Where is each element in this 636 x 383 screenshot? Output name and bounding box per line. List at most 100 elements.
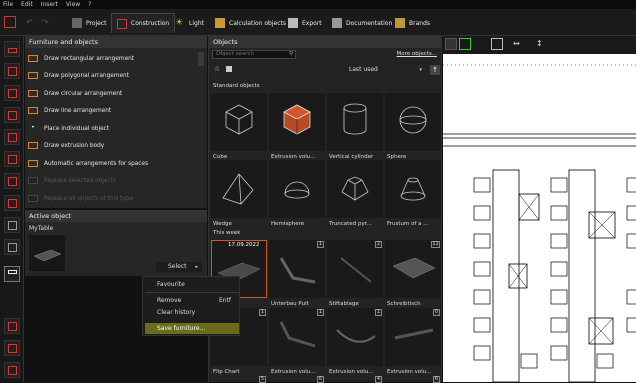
light-icon: ☀ <box>175 18 184 28</box>
menu-item-clear-history[interactable]: Clear history <box>145 307 239 318</box>
tab-light[interactable]: ☀ Light <box>170 13 209 33</box>
sort-direction-button[interactable]: ↑ <box>430 65 440 75</box>
object-hemisphere[interactable]: Hemisphere <box>269 160 325 227</box>
objects-panel-title: Objects <box>209 36 441 48</box>
sort-select[interactable]: Last used ▾ <box>339 65 425 75</box>
tab-documentation[interactable]: Documentation <box>327 13 397 33</box>
menu-item-save-furniture[interactable]: Save furniture... <box>145 323 239 334</box>
layer-icon[interactable] <box>445 38 457 50</box>
draw-polygonal-item[interactable]: Draw polygonal arrangement <box>28 68 198 83</box>
menu-insert[interactable]: Insert <box>41 1 58 8</box>
object-label: Truncated pyr... <box>329 221 372 227</box>
ceiling-tool-icon[interactable] <box>4 195 20 211</box>
object-extrusion-c[interactable]: 0 Extrusion volu... <box>385 308 441 375</box>
menu-item-remove[interactable]: Remove Entf <box>145 295 239 306</box>
furniture-tool-icon[interactable] <box>4 266 20 282</box>
automatic-arrangement-icon <box>28 160 38 167</box>
menu-file[interactable]: File <box>3 1 13 8</box>
menu-help[interactable]: ? <box>88 1 91 8</box>
stairs-tool-icon[interactable] <box>4 107 20 123</box>
snap-grid-icon[interactable] <box>459 38 471 50</box>
count-badge: 1 <box>375 309 382 316</box>
object-label: Wedge <box>213 221 232 227</box>
tab-brands[interactable]: Brands <box>390 13 435 33</box>
tab-export[interactable]: Export <box>283 13 327 33</box>
object-cube[interactable]: Cube <box>211 93 267 160</box>
tab-project[interactable]: Project <box>67 13 112 33</box>
undo-icon[interactable]: ↶ <box>26 19 38 27</box>
left-tool-strip <box>0 36 24 382</box>
object-label: Unterbau Pult <box>271 301 309 307</box>
table-thumbnail-icon <box>33 249 62 262</box>
curve-tool-icon[interactable] <box>4 318 20 334</box>
horizontal-measure-icon[interactable]: ↔ <box>513 39 520 48</box>
count-badge: 1 <box>317 309 324 316</box>
vertical-measure-icon[interactable]: ↕ <box>536 39 543 48</box>
object-truncated-pyramid[interactable]: Truncated pyr... <box>327 160 383 227</box>
object-search-input[interactable]: Object search ⚲ <box>212 50 296 59</box>
replace-selected-item: Replace selected objects <box>28 173 198 188</box>
cube-icon <box>225 104 253 135</box>
active-object-panel: Active object MyTable Select ▸ <box>25 210 207 276</box>
object-extrusion-a[interactable]: 1 Extrusion volu... <box>269 308 325 375</box>
dot-icon: • <box>31 125 35 131</box>
object-schreibtisch[interactable]: 12 Schreibtisch <box>385 240 441 307</box>
object-extrusion-b[interactable]: 1 Extrusion volu... <box>327 308 383 375</box>
menu-item-favourite[interactable]: Favourite <box>145 279 239 290</box>
window-tool-icon[interactable] <box>4 85 20 101</box>
draw-extrusion-item[interactable]: Draw extrusion body <box>28 138 198 153</box>
box-tool-icon[interactable] <box>4 217 20 233</box>
main-toolbar: ↶ ↷ Project Construction ☀ Light Calcula… <box>0 9 636 36</box>
object-sphere[interactable]: Sphere <box>385 93 441 160</box>
object-stiftablage[interactable]: 2 Stiftablage <box>327 240 383 307</box>
rectangular-arrangement-icon <box>28 55 38 62</box>
menu-item-label: Remove <box>157 297 182 304</box>
room-tool-icon[interactable] <box>4 151 20 167</box>
count-badge: 1 <box>317 241 324 248</box>
sphere-icon <box>399 106 427 134</box>
object-wedge[interactable]: Wedge <box>211 160 267 227</box>
menu-view[interactable]: View <box>66 1 80 8</box>
automatic-arrangements-item[interactable]: Automatic arrangements for spaces <box>28 156 198 171</box>
panel-scrollbar[interactable] <box>198 52 204 66</box>
wall-tool-icon[interactable] <box>4 41 20 57</box>
objects-panel: Objects Object search ⚲ More objects... … <box>208 36 442 383</box>
tab-construction[interactable]: Construction <box>111 13 176 33</box>
standard-objects-heading: Standard objects <box>213 83 260 89</box>
favourite-star-icon[interactable]: ☆ <box>214 65 220 73</box>
block-tool-icon[interactable] <box>4 239 20 255</box>
active-object-thumbnail[interactable] <box>29 235 65 271</box>
drawing-canvas[interactable]: ↔ ↕ <box>443 36 636 382</box>
object-frustum[interactable]: Frustum of a ... <box>385 160 441 227</box>
zoom-extent-icon[interactable] <box>491 38 503 50</box>
place-individual-item[interactable]: • Place individual object <box>28 121 198 136</box>
select-label: Select <box>168 263 187 270</box>
object-date: 17.09.2022 <box>228 242 260 248</box>
draw-circular-item[interactable]: Draw circular arrangement <box>28 86 198 101</box>
roof-tool-icon[interactable] <box>4 129 20 145</box>
app-icon <box>4 16 16 28</box>
save-icon[interactable] <box>226 66 232 72</box>
item-label: Automatic arrangements for spaces <box>44 160 149 167</box>
object-unterbau-pult[interactable]: 1 Unterbau Pult <box>269 240 325 307</box>
more-objects-link[interactable]: More objects... <box>397 51 437 57</box>
menu-edit[interactable]: Edit <box>21 1 33 8</box>
draw-line-item[interactable]: Draw line arrangement <box>28 103 198 118</box>
object-extrusion-volume[interactable]: Extrusion volu... <box>269 93 325 160</box>
cut-tool-icon[interactable] <box>4 340 20 356</box>
context-menu: Favourite Remove Entf Clear history Save… <box>142 276 240 336</box>
tab-calculation-objects[interactable]: Calculation objects <box>210 13 291 33</box>
extrusion-shape-icon <box>336 329 376 343</box>
active-object-title: Active object <box>25 210 207 222</box>
measure-tool-icon[interactable] <box>4 362 20 378</box>
replace-all-item: Replace all objects of this type <box>28 191 198 206</box>
draw-rectangular-item[interactable]: Draw rectangular arrangement <box>28 51 198 66</box>
menu-item-label: Favourite <box>157 281 185 288</box>
object-vertical-cylinder[interactable]: Vertical cylinder <box>327 93 383 160</box>
drawing-toolbar: ↔ ↕ <box>443 36 636 54</box>
column-tool-icon[interactable] <box>4 173 20 189</box>
sort-label: Last used <box>349 66 378 73</box>
redo-icon[interactable]: ↷ <box>42 19 54 27</box>
door-tool-icon[interactable] <box>4 63 20 79</box>
select-button[interactable]: Select ▸ <box>156 262 202 272</box>
